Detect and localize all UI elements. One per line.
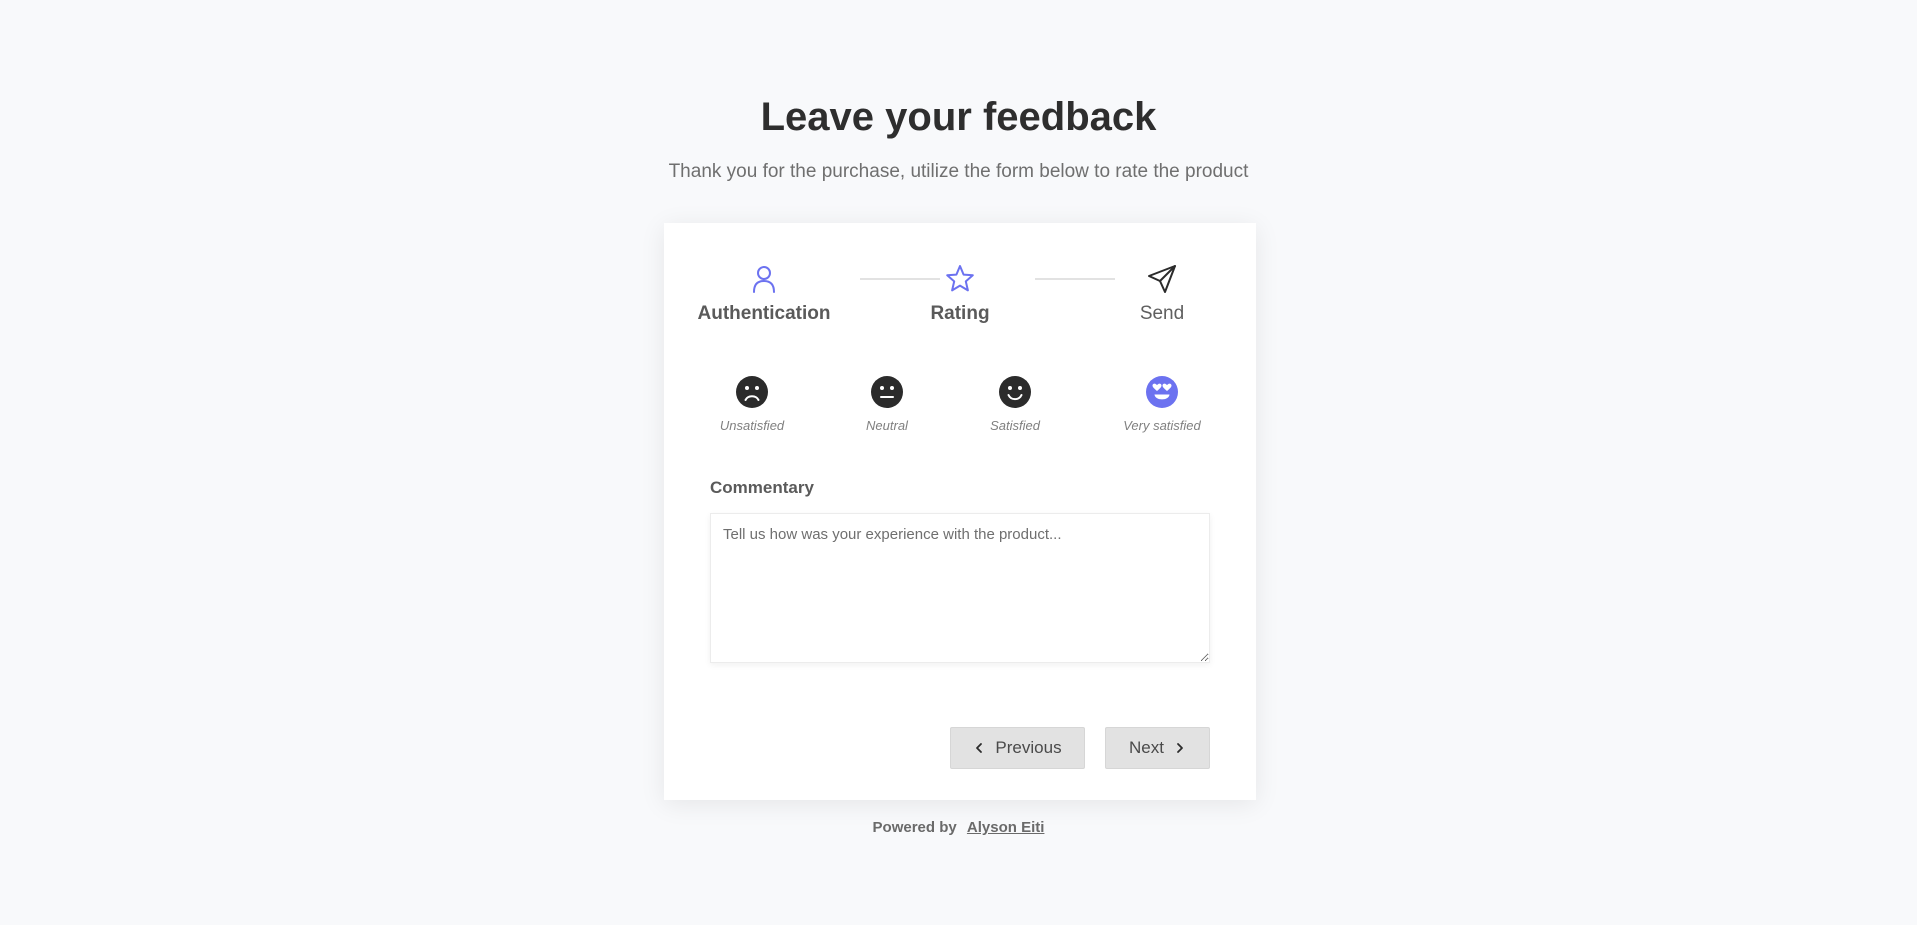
chevron-left-icon [976, 743, 983, 753]
sad-face-icon [736, 376, 768, 408]
smile-face-icon [999, 376, 1031, 408]
rating-label: Very satisfied [1123, 418, 1201, 433]
previous-button-label: Previous [995, 738, 1062, 757]
rating-neutral[interactable]: Neutral [827, 375, 947, 434]
rating-label: Unsatisfied [719, 418, 785, 433]
rating-satisfied[interactable]: Satisfied [955, 375, 1075, 434]
star-icon [946, 265, 974, 292]
next-button-label: Next [1129, 738, 1164, 757]
footer: Powered by Alyson Eiti [0, 818, 1917, 838]
rating-unsatisfied[interactable]: Unsatisfied [692, 375, 812, 434]
rating-very-satisfied[interactable]: Very satisfied [1082, 375, 1242, 434]
page: Leave your feedback Thank you for the pu… [0, 0, 1917, 925]
page-title: Leave your feedback [760, 95, 1157, 139]
heart-eyes-face-icon [1146, 376, 1178, 408]
neutral-face-icon [871, 376, 903, 408]
commentary-input[interactable] [710, 513, 1210, 663]
previous-button[interactable]: Previous [950, 727, 1085, 769]
author-link[interactable]: Alyson Eiti [967, 819, 1045, 836]
next-button[interactable]: Next [1105, 727, 1210, 769]
page-subtitle: Thank you for the purchase, utilize the … [668, 161, 1249, 182]
rating-label: Neutral [866, 418, 908, 433]
send-icon [1148, 265, 1176, 293]
step-send[interactable]: Send [1082, 263, 1242, 326]
footer-prefix: Powered by [872, 819, 957, 836]
commentary-label: Commentary [710, 478, 814, 497]
rating-label: Satisfied [990, 418, 1040, 433]
chevron-right-icon [1177, 743, 1183, 753]
user-icon [753, 266, 775, 293]
step-rating[interactable]: Rating [880, 263, 1040, 326]
step-authentication[interactable]: Authentication [684, 263, 844, 326]
step-label: Authentication [697, 303, 831, 324]
step-label: Send [1139, 303, 1185, 324]
feedback-card: Authentication Rating Send Unsatisfied N… [664, 223, 1256, 800]
step-label: Rating [930, 303, 990, 324]
